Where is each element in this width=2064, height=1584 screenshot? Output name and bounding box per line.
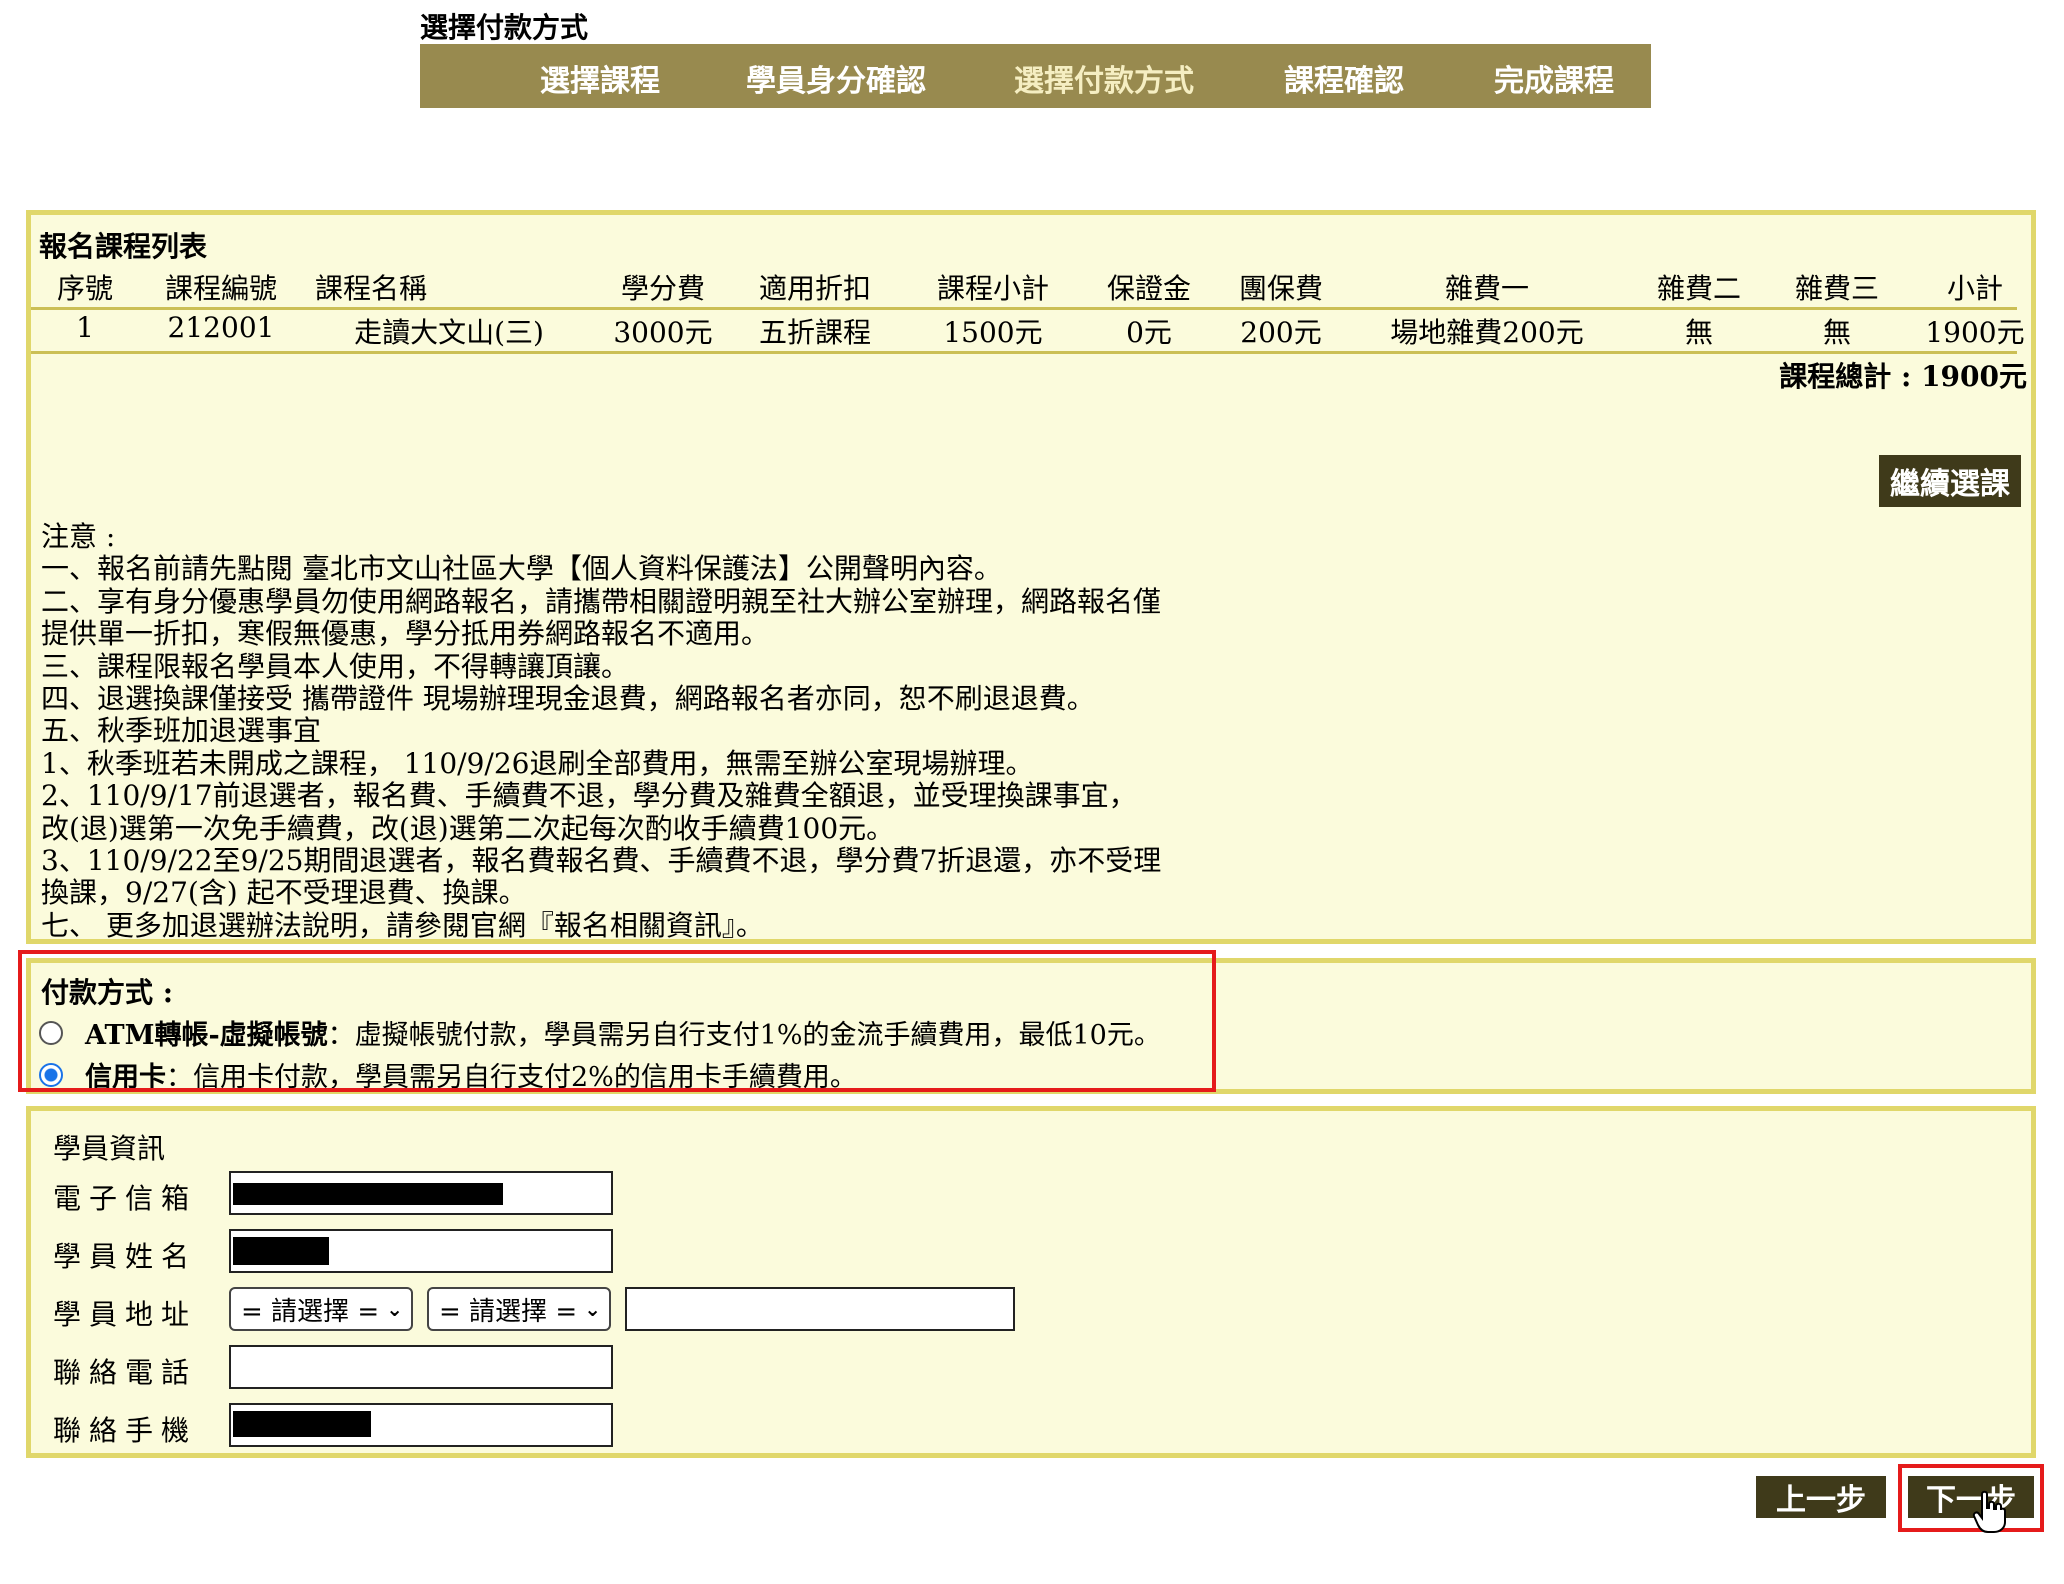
phone-field[interactable] (229, 1345, 613, 1389)
cell-subtotal: 1900元 (1925, 316, 2025, 349)
redaction-bar (233, 1183, 503, 1205)
cell-misc-fee-2: 無 (1684, 316, 1714, 349)
notes-line: 四、退選換課僅接受 攜帶證件 現場辦理現金退費，網路報名者亦同，恕不刷退退費。 (41, 682, 1095, 716)
next-step-highlight-box (1898, 1464, 2044, 1532)
step-identity-confirm[interactable]: 學員身分確認 (746, 56, 926, 100)
cell-seq: 1 (76, 311, 94, 344)
hand-pointer-icon (1972, 1490, 2006, 1533)
mobile-field[interactable] (229, 1403, 613, 1447)
cell-misc-fee-3: 無 (1822, 316, 1852, 349)
header-course-code: 課程編號 (164, 272, 278, 305)
notes-line: 3、110/9/22至9/25期間退選者，報名費報名費、手續費不退，學分費7折退… (41, 844, 1162, 878)
step-bar: 選擇課程 學員身分確認 選擇付款方式 課程確認 完成課程 (420, 44, 1651, 108)
page-title: 選擇付款方式 (420, 11, 589, 44)
course-total: 課程總計 : 1900元 (1779, 360, 2027, 393)
payment-highlight-box (18, 950, 1216, 1092)
header-subtotal: 小計 (1946, 272, 2004, 305)
name-label: 學員姓名 (53, 1240, 198, 1273)
student-info-title: 學員資訊 (53, 1132, 166, 1165)
cell-deposit: 0元 (1126, 316, 1172, 349)
step-select-course[interactable]: 選擇課程 (540, 56, 660, 100)
email-label: 電子信箱 (53, 1182, 198, 1215)
district-select-value: = 請選擇 = (439, 1296, 578, 1327)
prev-step-button[interactable]: 上一步 (1756, 1476, 1886, 1518)
cell-course-name: 走讀大文山(三) (354, 316, 544, 349)
notes-line: 換課，9/27(含) 起不受理退費、換課。 (41, 876, 527, 910)
continue-selecting-button[interactable]: 繼續選課 (1879, 455, 2021, 507)
course-list-panel: 報名課程列表 序號 課程編號 課程名稱 學分費 適用折扣 課程小計 保證金 團保… (26, 210, 2036, 944)
header-misc-fee-1: 雜費一 (1444, 272, 1530, 305)
cell-course-code: 212001 (167, 311, 275, 344)
header-insurance: 團保費 (1238, 272, 1324, 305)
student-info-panel: 學員資訊 電子信箱 學員姓名 學員地址 = 請選擇 = ⌄ = 請選擇 = ⌄ … (26, 1106, 2036, 1458)
header-seq: 序號 (56, 272, 114, 305)
step-course-confirm[interactable]: 課程確認 (1284, 56, 1404, 100)
row-divider (31, 351, 2017, 354)
cell-course-subtotal: 1500元 (943, 316, 1043, 349)
chevron-down-icon: ⌄ (584, 1297, 601, 1321)
city-select[interactable]: = 請選擇 = ⌄ (229, 1287, 413, 1331)
notes-line: 七、 更多加退選辦法說明，請參閱官網『報名相關資訊』。 (41, 908, 764, 942)
header-course-subtotal: 課程小計 (936, 272, 1050, 305)
cell-insurance: 200元 (1240, 316, 1322, 349)
notes-line: 改(退)選第一次免手續費，改(退)選第二次起每次酌收手續費100元。 (41, 811, 895, 845)
notes-line: 三、課程限報名學員本人使用，不得轉讓頂讓。 (41, 649, 630, 683)
header-misc-fee-3: 雜費三 (1794, 272, 1880, 305)
cell-credit-fee: 3000元 (613, 316, 713, 349)
address-input[interactable] (625, 1287, 1015, 1331)
mobile-label: 聯絡手機 (53, 1414, 198, 1447)
header-deposit: 保證金 (1106, 272, 1192, 305)
step-complete[interactable]: 完成課程 (1494, 56, 1614, 100)
notes-line: 注意 : (41, 520, 116, 553)
notes-line: 一、報名前請先點閱 臺北市文山社區大學【個人資料保護法】公開聲明內容。 (41, 552, 1002, 586)
row-divider (31, 307, 2017, 310)
redaction-bar (233, 1237, 329, 1265)
notes-line: 二、享有身分優惠學員勿使用網路報名，請攜帶相關證明親至社大辦公室辦理，網路報名僅 (41, 584, 1162, 618)
notes: 注意 : 一、報名前請先點閱 臺北市文山社區大學【個人資料保護法】公開聲明內容。… (41, 520, 1162, 942)
step-payment-method[interactable]: 選擇付款方式 (1014, 56, 1194, 100)
notes-line: 五、秋季班加退選事宜 (41, 714, 322, 748)
notes-line: 2、110/9/17前退選者，報名費、手續費不退，學分費及雜費全額退，並受理換課… (41, 779, 1137, 813)
notes-line: 1、秋季班若未開成之課程， 110/9/26退刷全部費用，無需至辦公室現場辦理。 (41, 746, 1034, 780)
email-field[interactable] (229, 1171, 613, 1215)
header-credit-fee: 學分費 (620, 272, 706, 305)
course-list-title: 報名課程列表 (39, 230, 208, 263)
phone-label: 聯絡電話 (53, 1356, 198, 1389)
chevron-down-icon: ⌄ (386, 1297, 403, 1321)
notes-line: 提供單一折扣，寒假無優惠，學分抵用券網路報名不適用。 (41, 617, 770, 651)
header-discount: 適用折扣 (758, 272, 872, 305)
header-misc-fee-2: 雜費二 (1656, 272, 1742, 305)
city-select-value: = 請選擇 = (241, 1296, 380, 1327)
district-select[interactable]: = 請選擇 = ⌄ (427, 1287, 611, 1331)
header-course-name: 課程名稱 (314, 272, 428, 305)
cell-discount: 五折課程 (758, 316, 872, 349)
address-label: 學員地址 (53, 1298, 198, 1331)
name-field[interactable] (229, 1229, 613, 1273)
cell-misc-fee-1: 場地雜費200元 (1390, 316, 1584, 349)
redaction-bar (233, 1411, 371, 1437)
